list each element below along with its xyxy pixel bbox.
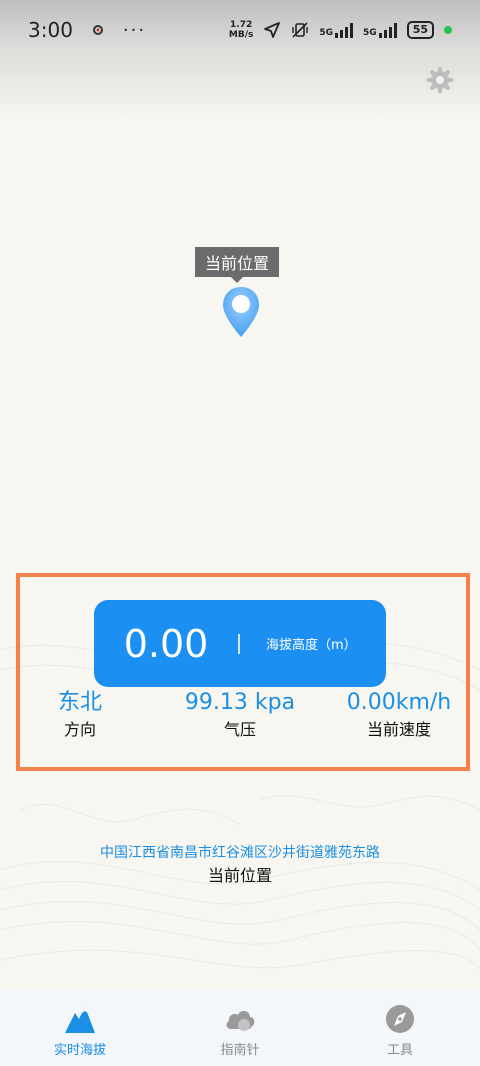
status-bar: 3:00 ··· 1.72 MB/s 5G 5G 55 xyxy=(0,0,480,60)
status-left: 3:00 ··· xyxy=(28,18,146,42)
altitude-divider xyxy=(238,633,240,654)
altitude-value: 0.00 xyxy=(123,621,209,666)
cloud-icon xyxy=(226,1010,255,1031)
vibrate-off-icon xyxy=(292,22,309,38)
pressure-value: 99.13 kpa xyxy=(184,690,296,715)
map-view[interactable] xyxy=(0,120,480,570)
compass-icon xyxy=(386,1004,414,1033)
stats-row: 东北 方向 99.13 kpa 气压 0.00km/h 当前速度 xyxy=(0,688,480,748)
signal-bars-icon xyxy=(335,22,354,38)
altitude-card: 0.00 海拔高度（m） xyxy=(94,600,386,687)
current-location-tooltip: 当前位置 xyxy=(195,247,279,283)
direction-value: 东北 xyxy=(57,690,102,715)
signal-2-label: 5G xyxy=(363,28,377,38)
signal-bars-icon xyxy=(378,22,397,38)
address-label: 当前位置 xyxy=(207,866,272,885)
network-speed-unit: MB/s xyxy=(228,30,254,40)
signal-1: 5G xyxy=(319,22,354,38)
network-speed-value: 1.72 xyxy=(230,20,253,30)
mountain-icon xyxy=(65,1006,95,1033)
status-time: 3:00 xyxy=(28,18,73,42)
network-speed: 1.72 MB/s xyxy=(229,20,253,40)
tab-label: 指南针 xyxy=(220,1042,260,1058)
tab-compass[interactable]: 指南针 xyxy=(160,990,320,1066)
tab-tools[interactable]: 工具 xyxy=(320,990,480,1066)
speed-stat: 0.00km/h 当前速度 xyxy=(336,688,462,742)
battery-indicator: 55 xyxy=(406,21,434,39)
tab-label: 工具 xyxy=(386,1042,413,1058)
pressure-stat: 99.13 kpa 气压 xyxy=(170,688,310,742)
signal-1-label: 5G xyxy=(319,28,334,38)
charging-dot-icon xyxy=(444,26,452,34)
altitude-label: 海拔高度（m） xyxy=(266,638,357,653)
location-pin-icon[interactable] xyxy=(221,285,261,339)
address-block: 中国江西省南昌市红谷滩区沙井街道雅苑东路 当前位置 xyxy=(0,842,480,888)
signal-2: 5G xyxy=(363,22,397,38)
address-text: 中国江西省南昌市红谷滩区沙井街道雅苑东路 xyxy=(100,845,380,861)
direction-stat: 东北 方向 xyxy=(30,688,130,742)
status-right: 1.72 MB/s 5G 5G 55 xyxy=(229,20,452,40)
pressure-label: 气压 xyxy=(223,720,256,739)
tab-realtime-altitude[interactable]: 实时海拔 xyxy=(0,990,160,1066)
gear-icon xyxy=(427,67,453,93)
tab-label: 实时海拔 xyxy=(53,1042,106,1058)
location-arrow-icon xyxy=(264,22,281,38)
notification-icon xyxy=(92,25,103,35)
more-notifications-icon: ··· xyxy=(122,19,147,41)
direction-label: 方向 xyxy=(63,720,96,739)
speed-label: 当前速度 xyxy=(366,720,431,739)
speed-value: 0.00km/h xyxy=(346,690,452,715)
bottom-tab-bar: 实时海拔 指南针 工具 xyxy=(0,990,480,1066)
settings-button[interactable] xyxy=(426,66,454,94)
